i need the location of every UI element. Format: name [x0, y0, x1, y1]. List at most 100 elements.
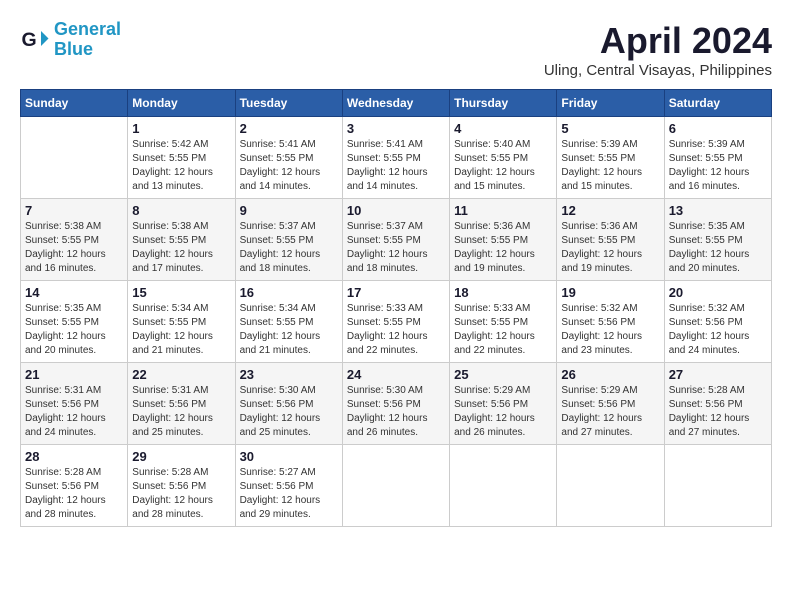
calendar-cell: 13 Sunrise: 5:35 AM Sunset: 5:55 PM Dayli… — [664, 199, 771, 281]
calendar-cell: 20 Sunrise: 5:32 AM Sunset: 5:56 PM Dayli… — [664, 281, 771, 363]
day-header-friday: Friday — [557, 90, 664, 117]
calendar-week-row: 7 Sunrise: 5:38 AM Sunset: 5:55 PM Daylig… — [21, 199, 772, 281]
day-number: 13 — [669, 203, 767, 218]
day-number: 7 — [25, 203, 123, 218]
day-number: 30 — [240, 449, 338, 464]
calendar-cell: 22Sunrise: 5:31 AM Sunset: 5:56 PM Dayli… — [128, 363, 235, 445]
day-info: Sunrise: 5:29 AM Sunset: 5:56 PM Dayligh… — [561, 384, 659, 440]
day-info: Sunrise: 5:29 AM Sunset: 5:56 PM Dayligh… — [454, 384, 552, 440]
day-info: Sunrise: 5:34 AM Sunset: 5:55 PM Dayligh… — [240, 302, 338, 358]
calendar-cell: 11 Sunrise: 5:36 AM Sunset: 5:55 PM Dayli… — [450, 199, 557, 281]
day-number: 1 — [132, 121, 230, 136]
logo-icon: G — [20, 25, 50, 55]
day-info: Sunrise: 5:31 AM Sunset: 5:56 PM Dayligh… — [25, 384, 123, 440]
calendar-cell: 26 Sunrise: 5:29 AM Sunset: 5:56 PM Dayli… — [557, 363, 664, 445]
calendar-cell: 19 Sunrise: 5:32 AM Sunset: 5:56 PM Dayli… — [557, 281, 664, 363]
day-number: 23 — [240, 367, 338, 382]
day-info: Sunrise: 5:30 AM Sunset: 5:56 PM Dayligh… — [347, 384, 445, 440]
day-info: Sunrise: 5:35 AM Sunset: 5:55 PM Dayligh… — [25, 302, 123, 358]
calendar-cell — [450, 445, 557, 527]
day-info: Sunrise: 5:30 AM Sunset: 5:56 PM Dayligh… — [240, 384, 338, 440]
calendar-cell: 2 Sunrise: 5:41 AM Sunset: 5:55 PM Daylig… — [235, 117, 342, 199]
calendar-cell — [21, 117, 128, 199]
calendar-cell: 5 Sunrise: 5:39 AM Sunset: 5:55 PM Daylig… — [557, 117, 664, 199]
day-header-thursday: Thursday — [450, 90, 557, 117]
calendar-cell: 8 Sunrise: 5:38 AM Sunset: 5:55 PM Daylig… — [128, 199, 235, 281]
calendar-week-row: 1 Sunrise: 5:42 AM Sunset: 5:55 PM Daylig… — [21, 117, 772, 199]
calendar-cell: 23 Sunrise: 5:30 AM Sunset: 5:56 PM Dayli… — [235, 363, 342, 445]
title-section: April 2024 Uling, Central Visayas, Phili… — [544, 20, 772, 79]
day-number: 24 — [347, 367, 445, 382]
day-info: Sunrise: 5:32 AM Sunset: 5:56 PM Dayligh… — [669, 302, 767, 358]
calendar-cell: 18 Sunrise: 5:33 AM Sunset: 5:55 PM Dayli… — [450, 281, 557, 363]
day-number: 16 — [240, 285, 338, 300]
day-info: Sunrise: 5:33 AM Sunset: 5:55 PM Dayligh… — [347, 302, 445, 358]
logo-text: General Blue — [54, 20, 121, 60]
day-info: Sunrise: 5:35 AM Sunset: 5:55 PM Dayligh… — [669, 220, 767, 276]
day-number: 8 — [132, 203, 230, 218]
svg-text:G: G — [22, 29, 37, 51]
day-info: Sunrise: 5:37 AM Sunset: 5:55 PM Dayligh… — [240, 220, 338, 276]
calendar-cell: 3 Sunrise: 5:41 AM Sunset: 5:55 PM Daylig… — [342, 117, 449, 199]
calendar-cell: 30 Sunrise: 5:27 AM Sunset: 5:56 PM Dayli… — [235, 445, 342, 527]
calendar-cell — [557, 445, 664, 527]
day-number: 14 — [25, 285, 123, 300]
calendar-cell: 27 Sunrise: 5:28 AM Sunset: 5:56 PM Dayli… — [664, 363, 771, 445]
calendar-cell: 16 Sunrise: 5:34 AM Sunset: 5:55 PM Dayli… — [235, 281, 342, 363]
day-info: Sunrise: 5:33 AM Sunset: 5:55 PM Dayligh… — [454, 302, 552, 358]
day-info: Sunrise: 5:36 AM Sunset: 5:55 PM Dayligh… — [454, 220, 552, 276]
day-header-tuesday: Tuesday — [235, 90, 342, 117]
day-number: 26 — [561, 367, 659, 382]
calendar-header-row: SundayMondayTuesdayWednesdayThursdayFrid… — [21, 90, 772, 117]
day-number: 29 — [132, 449, 230, 464]
calendar-cell: 29Sunrise: 5:28 AM Sunset: 5:56 PM Dayli… — [128, 445, 235, 527]
day-info: Sunrise: 5:37 AM Sunset: 5:55 PM Dayligh… — [347, 220, 445, 276]
calendar-week-row: 21 Sunrise: 5:31 AM Sunset: 5:56 PM Dayli… — [21, 363, 772, 445]
day-number: 9 — [240, 203, 338, 218]
day-info: Sunrise: 5:39 AM Sunset: 5:55 PM Dayligh… — [561, 138, 659, 194]
calendar-cell: 21 Sunrise: 5:31 AM Sunset: 5:56 PM Dayli… — [21, 363, 128, 445]
day-number: 27 — [669, 367, 767, 382]
calendar-cell: 10 Sunrise: 5:37 AM Sunset: 5:55 PM Dayli… — [342, 199, 449, 281]
day-info: Sunrise: 5:27 AM Sunset: 5:56 PM Dayligh… — [240, 466, 338, 522]
day-number: 25 — [454, 367, 552, 382]
day-info: Sunrise: 5:41 AM Sunset: 5:55 PM Dayligh… — [347, 138, 445, 194]
day-info: Sunrise: 5:36 AM Sunset: 5:55 PM Dayligh… — [561, 220, 659, 276]
calendar-table: SundayMondayTuesdayWednesdayThursdayFrid… — [20, 89, 772, 527]
calendar-cell — [664, 445, 771, 527]
day-info: Sunrise: 5:28 AM Sunset: 5:56 PM Dayligh… — [25, 466, 123, 522]
day-info: Sunrise: 5:28 AM Sunset: 5:56 PM Dayligh… — [669, 384, 767, 440]
day-header-monday: Monday — [128, 90, 235, 117]
day-info: Sunrise: 5:31 AM Sunset: 5:56 PM Dayligh… — [132, 384, 230, 440]
day-info: Sunrise: 5:32 AM Sunset: 5:56 PM Dayligh… — [561, 302, 659, 358]
calendar-cell: 24 Sunrise: 5:30 AM Sunset: 5:56 PM Dayli… — [342, 363, 449, 445]
day-header-saturday: Saturday — [664, 90, 771, 117]
logo: G General Blue — [20, 20, 121, 60]
day-number: 4 — [454, 121, 552, 136]
day-number: 2 — [240, 121, 338, 136]
day-info: Sunrise: 5:39 AM Sunset: 5:55 PM Dayligh… — [669, 138, 767, 194]
day-number: 19 — [561, 285, 659, 300]
day-number: 10 — [347, 203, 445, 218]
day-number: 3 — [347, 121, 445, 136]
day-number: 21 — [25, 367, 123, 382]
day-info: Sunrise: 5:42 AM Sunset: 5:55 PM Dayligh… — [132, 138, 230, 194]
day-number: 5 — [561, 121, 659, 136]
location: Uling, Central Visayas, Philippines — [544, 62, 772, 79]
calendar-cell: 6Sunrise: 5:39 AM Sunset: 5:55 PM Daylig… — [664, 117, 771, 199]
page-header: G General Blue April 2024 Uling, Central… — [20, 20, 772, 79]
calendar-cell: 28Sunrise: 5:28 AM Sunset: 5:56 PM Dayli… — [21, 445, 128, 527]
calendar-cell: 4 Sunrise: 5:40 AM Sunset: 5:55 PM Daylig… — [450, 117, 557, 199]
day-info: Sunrise: 5:40 AM Sunset: 5:55 PM Dayligh… — [454, 138, 552, 194]
day-number: 11 — [454, 203, 552, 218]
calendar-cell: 9 Sunrise: 5:37 AM Sunset: 5:55 PM Daylig… — [235, 199, 342, 281]
day-info: Sunrise: 5:38 AM Sunset: 5:55 PM Dayligh… — [132, 220, 230, 276]
calendar-cell: 17 Sunrise: 5:33 AM Sunset: 5:55 PM Dayli… — [342, 281, 449, 363]
calendar-cell: 15Sunrise: 5:34 AM Sunset: 5:55 PM Dayli… — [128, 281, 235, 363]
day-info: Sunrise: 5:41 AM Sunset: 5:55 PM Dayligh… — [240, 138, 338, 194]
day-number: 20 — [669, 285, 767, 300]
day-number: 17 — [347, 285, 445, 300]
day-number: 15 — [132, 285, 230, 300]
day-info: Sunrise: 5:38 AM Sunset: 5:55 PM Dayligh… — [25, 220, 123, 276]
day-number: 18 — [454, 285, 552, 300]
